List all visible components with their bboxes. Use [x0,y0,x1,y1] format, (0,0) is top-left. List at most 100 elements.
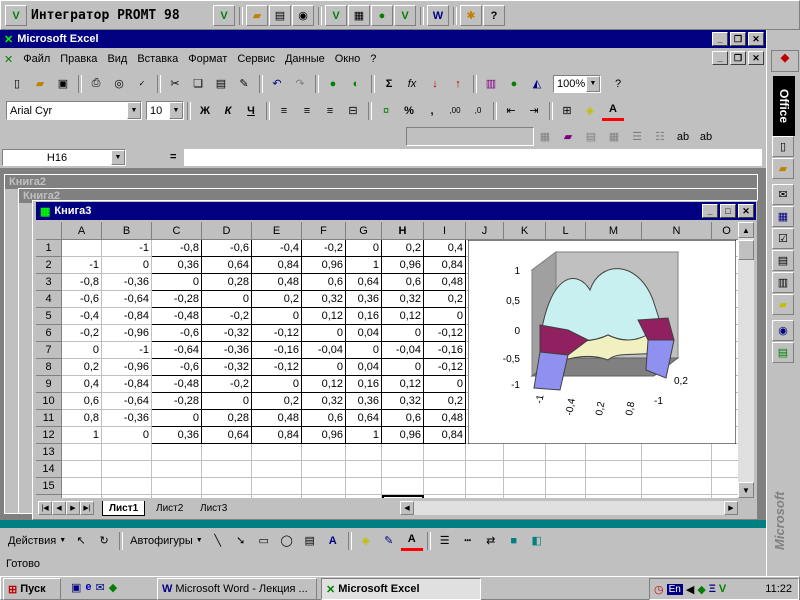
cell[interactable]: 0,6 [382,274,424,291]
name-box[interactable]: H16 ▼ [2,149,126,166]
row-header[interactable]: 6 [36,325,62,342]
row-header[interactable]: 4 [36,291,62,308]
cell[interactable]: 0 [424,376,466,393]
cell[interactable] [546,478,586,495]
shadow-icon[interactable]: ■ [503,530,525,551]
cell[interactable]: 0,6 [302,274,346,291]
column-header[interactable]: A [62,222,102,240]
cell[interactable]: 0 [152,410,202,427]
cell[interactable]: 1 [346,427,382,444]
column-header[interactable]: M [586,222,642,240]
cell[interactable]: -0,6 [202,240,252,257]
cell[interactable] [382,461,424,478]
percent-icon[interactable]: % [398,100,420,121]
cell[interactable]: 0,2 [382,240,424,257]
column-header[interactable]: B [102,222,152,240]
underline-button[interactable]: Ч [240,100,262,121]
font-color-icon[interactable]: A [400,530,423,551]
cell[interactable]: 0,48 [252,274,302,291]
cell[interactable]: -0,16 [252,342,302,359]
cell[interactable]: 0 [102,257,152,274]
font-size-select[interactable]: 10 ▼ [146,101,184,120]
function-icon[interactable]: fx [401,73,423,94]
office-task-icon[interactable]: ☑ [772,228,794,249]
column-header[interactable]: J [466,222,504,240]
cell[interactable]: 0,96 [382,427,424,444]
cell[interactable]: -0,28 [152,291,202,308]
task-word[interactable]: W Microsoft Word - Лекция ... [157,578,317,600]
cell[interactable]: -0,6 [152,325,202,342]
cell[interactable] [62,461,102,478]
cell[interactable]: 0,32 [302,393,346,410]
chevron-down-icon[interactable]: ▼ [169,102,183,119]
cell[interactable]: 0,64 [346,274,382,291]
angle-down-icon[interactable]: ab [672,126,694,147]
menu-window[interactable]: Окно [335,53,361,65]
rectangle-icon[interactable]: ▭ [253,530,275,551]
cell[interactable]: 0,2 [252,393,302,410]
column-header[interactable]: I [424,222,466,240]
task-excel[interactable]: ✕ Microsoft Excel [321,578,481,600]
cell[interactable]: -0,16 [424,342,466,359]
cell[interactable] [346,444,382,461]
print-icon[interactable]: ⎙ [85,73,107,94]
cell[interactable] [642,461,712,478]
cell[interactable] [586,444,642,461]
office-tips-icon[interactable]: ▤ [772,342,794,363]
cell[interactable]: 0,6 [62,393,102,410]
row-header[interactable]: 2 [36,257,62,274]
tab-sheet1[interactable]: Лист1 [102,501,146,516]
cell[interactable]: 0,04 [346,359,382,376]
cell[interactable]: 0 [346,342,382,359]
zoom-select[interactable]: 100% ▼ [553,74,601,93]
book-close-icon[interactable]: ✕ [738,204,754,218]
tab-prev-icon[interactable]: ◀ [52,501,66,515]
cell[interactable]: -0,36 [102,410,152,427]
cell[interactable] [346,478,382,495]
column-header[interactable]: K [504,222,546,240]
help-icon[interactable]: ? [483,5,505,26]
translate-text-icon[interactable]: V [325,5,347,26]
menu-data[interactable]: Данные [285,53,325,65]
formula-input[interactable] [184,149,762,166]
menu-format[interactable]: Формат [188,53,227,65]
cell[interactable]: 0,32 [382,393,424,410]
promt-logo-icon[interactable]: V [5,5,27,26]
row-header[interactable]: 8 [36,359,62,376]
cell[interactable]: 0,48 [424,274,466,291]
cell[interactable]: 0,12 [382,308,424,325]
chart-type-icon[interactable]: ▰ [557,126,579,147]
cell[interactable]: -0,4 [252,240,302,257]
cell[interactable]: -0,84 [102,376,152,393]
row-header[interactable]: 12 [36,427,62,444]
cell[interactable]: 0 [102,427,152,444]
cell[interactable] [102,444,152,461]
office-open-doc-icon[interactable]: ▰ [772,158,794,179]
cell[interactable] [202,461,252,478]
cell[interactable]: 0,84 [252,257,302,274]
chart-wizard-icon[interactable]: ▥ [480,73,502,94]
cell[interactable]: -0,96 [102,325,152,342]
select-pointer-icon[interactable]: ↖ [70,530,92,551]
chevron-down-icon[interactable]: ▼ [111,150,125,165]
decrease-decimal-icon[interactable]: ,0 [467,100,489,121]
column-header[interactable]: C [152,222,202,240]
cell[interactable] [62,444,102,461]
cell[interactable] [546,461,586,478]
word-translate-icon[interactable]: W [427,5,449,26]
cell[interactable] [152,478,202,495]
cell[interactable]: -1 [102,342,152,359]
cell[interactable]: -0,6 [152,359,202,376]
office-appointment-icon[interactable]: ▦ [772,206,794,227]
copy-icon[interactable]: ❏ [187,73,209,94]
cell[interactable]: 0,36 [152,257,202,274]
cell[interactable]: 0,16 [346,376,382,393]
tab-sheet2[interactable]: Лист2 [150,501,189,515]
cell[interactable] [586,478,642,495]
cell[interactable]: 0 [424,308,466,325]
cell[interactable]: -0,2 [202,376,252,393]
close-icon[interactable]: ✕ [748,32,764,46]
cell[interactable] [424,461,466,478]
cell[interactable] [586,461,642,478]
cell[interactable]: 0 [252,308,302,325]
